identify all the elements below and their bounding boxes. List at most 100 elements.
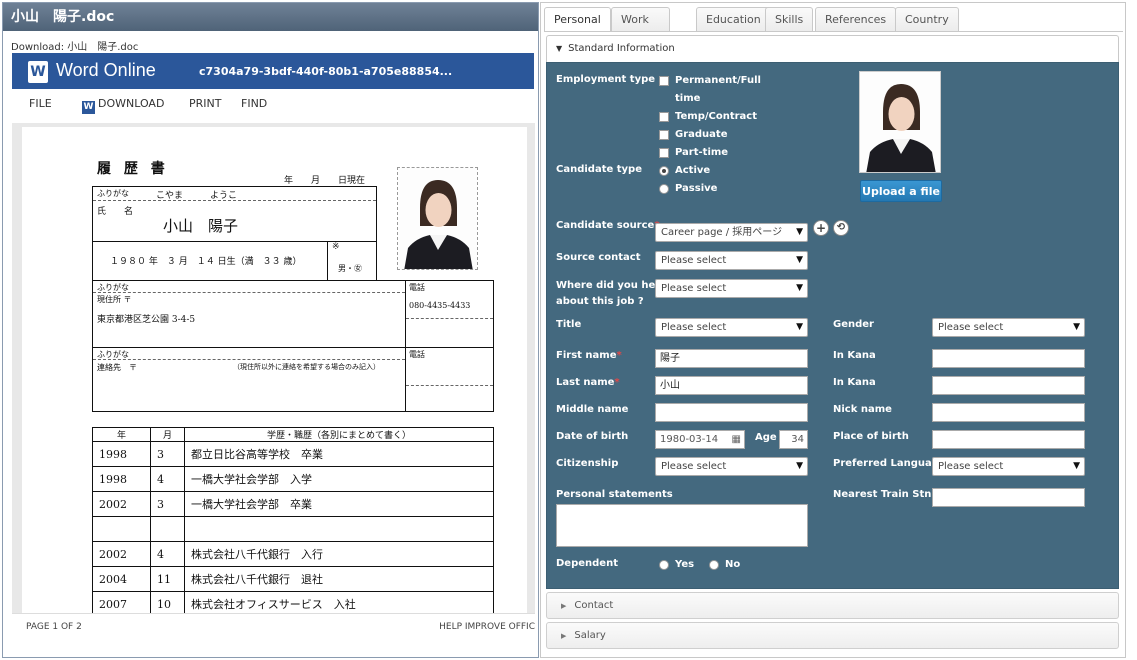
table-row: 2004 11 株式会社八千代銀行 退社 [92,566,494,592]
last-name-label: Last name* [556,377,620,388]
history-cell: 都立日比谷高等学校 卒業 [184,441,494,467]
preferred-language-select[interactable]: Please select ▼ [932,457,1085,476]
tab-education[interactable]: Education [696,7,771,31]
dob-label: Date of birth [556,431,629,442]
nearest-train-input[interactable] [932,488,1085,507]
place-of-birth-input[interactable] [932,430,1085,449]
year-cell [92,516,151,542]
candidate-source-select[interactable]: Career page / 採用ページ ▼ [655,223,808,242]
history-cell: 株式会社八千代銀行 入行 [184,541,494,567]
page-indicator: PAGE 1 OF 2 [26,622,82,632]
gender-label: Gender [833,319,874,330]
tab-country-specific[interactable]: Country Specific [895,7,959,50]
tab-work-history[interactable]: Work History [611,7,671,50]
salary-accordion[interactable]: ▶ Salary [546,622,1119,649]
document-canvas[interactable]: 履 歴 書 年 月 日現在 ふりがな こやま ようこ 氏 名 小山 陽子 １９８… [12,123,535,613]
citizenship-label: Citizenship [556,458,619,469]
standard-information-header[interactable]: ▼ Standard Information [546,35,1119,62]
birth-line: １９８０ 年 ３ 月 １４ 日生（満 ３３ 歳） [110,257,302,267]
resume-photo [397,167,478,270]
word-online-bar: W Word Online c7304a79-3bdf-440f-80b1-a7… [12,53,534,89]
candidate-type-label: Candidate type [556,164,642,175]
calendar-icon[interactable]: ▦ [732,431,741,448]
contact-accordion[interactable]: ▶ Contact [546,592,1119,619]
permanent-option-cont: time [675,93,701,104]
download-link[interactable]: Download: 小山 陽子.doc [11,38,138,53]
dependent-no-radio[interactable] [709,560,719,570]
viewer-menu: FILE W DOWNLOAD PRINT FIND [29,97,509,115]
year-cell: 1998 [92,441,151,467]
refresh-icon[interactable]: ⟲ [833,220,849,236]
month-cell: 3 [150,441,185,467]
dependent-no-option: No [725,559,741,570]
person-photo-icon [398,168,477,269]
active-radio[interactable] [659,166,669,176]
dependent-label: Dependent [556,558,618,569]
add-icon[interactable]: + [813,220,829,236]
dependent-yes-radio[interactable] [659,560,669,570]
history-cell: 株式会社オフィスサービス 入社 [184,591,494,613]
table-row: 2002 3 一橋大学社会学部 卒業 [92,491,494,517]
table-header-row: 年 月 学歴・職歴（各別にまとめて書く） [92,427,494,442]
standard-information-section: Employment type Permanent/Full time Temp… [546,62,1119,589]
permanent-checkbox[interactable] [659,76,669,86]
caret-down-icon: ▼ [556,44,563,53]
menu-download[interactable]: W DOWNLOAD [82,97,164,114]
menu-print[interactable]: PRINT [189,97,221,110]
table-row: 1998 3 都立日比谷高等学校 卒業 [92,441,494,467]
document-title: 小山 陽子.doc [3,3,538,31]
middle-name-input[interactable] [655,403,808,422]
table-row: 1998 4 一橋大学社会学部 入学 [92,466,494,492]
contact-label: 連絡先 〒 [97,363,137,372]
nick-name-input[interactable] [932,403,1085,422]
tab-personal[interactable]: Personal [544,7,611,32]
dob-input[interactable]: 1980-03-14 ▦ [655,430,745,449]
month-cell: 3 [150,491,185,517]
passive-radio[interactable] [659,184,669,194]
menu-file[interactable]: FILE [29,97,52,110]
citizenship-select[interactable]: Please select ▼ [655,457,808,476]
last-name-input[interactable]: 小山 [655,376,808,395]
history-cell: 一橋大学社会学部 入学 [184,466,494,492]
dropdown-arrow-icon: ▼ [796,461,803,471]
temp-contract-checkbox[interactable] [659,112,669,122]
part-time-checkbox[interactable] [659,148,669,158]
month-cell: 4 [150,466,185,492]
month-cell [150,516,185,542]
where-heard-select[interactable]: Please select ▼ [655,279,808,298]
nick-name-label: Nick name [833,404,892,415]
dependent-yes-option: Yes [675,559,695,570]
month-cell: 4 [150,541,185,567]
furigana-label: ふりがな [97,189,129,198]
menu-find[interactable]: FIND [241,97,267,110]
graduate-option: Graduate [675,129,728,140]
tab-skills[interactable]: Skills [765,7,814,31]
last-name-kana-input[interactable] [932,376,1085,395]
history-cell [184,516,494,542]
personal-statements-textarea[interactable] [556,504,808,547]
education-work-history-table: 年 月 学歴・職歴（各別にまとめて書く） 1998 3 都立日比谷高等学校 卒業 1… [92,427,494,613]
graduate-checkbox[interactable] [659,130,669,140]
first-name-kana-label: In Kana [833,350,876,361]
dropdown-arrow-icon: ▼ [796,283,803,293]
document-viewer-panel: 小山 陽子.doc Download: 小山 陽子.doc W Word Onl… [2,2,539,658]
first-name-label: First name* [556,350,622,361]
table-row: 2007 10 株式会社オフィスサービス 入社 [92,591,494,613]
word-icon: W [82,101,95,114]
dropdown-arrow-icon: ▼ [1073,322,1080,332]
title-label: Title [556,319,582,330]
contact-note: （現住所以外に連絡を希望する場合のみ記入） [233,363,380,371]
name-label: 氏 名 [97,207,134,217]
title-select[interactable]: Please select ▼ [655,318,808,337]
first-name-kana-input[interactable] [932,349,1085,368]
source-contact-select[interactable]: Please select ▼ [655,251,808,270]
viewer-footer: PAGE 1 OF 2 HELP IMPROVE OFFIC [12,613,535,637]
help-improve-link[interactable]: HELP IMPROVE OFFIC [439,622,535,632]
source-contact-label: Source contact [556,252,641,263]
gender-select[interactable]: Please select ▼ [932,318,1085,337]
tab-references[interactable]: References [815,7,897,31]
first-name-input[interactable]: 陽子 [655,349,808,368]
age-input[interactable]: 34 [779,430,808,449]
year-cell: 1998 [92,466,151,492]
upload-file-button[interactable]: Upload a file [860,180,942,202]
